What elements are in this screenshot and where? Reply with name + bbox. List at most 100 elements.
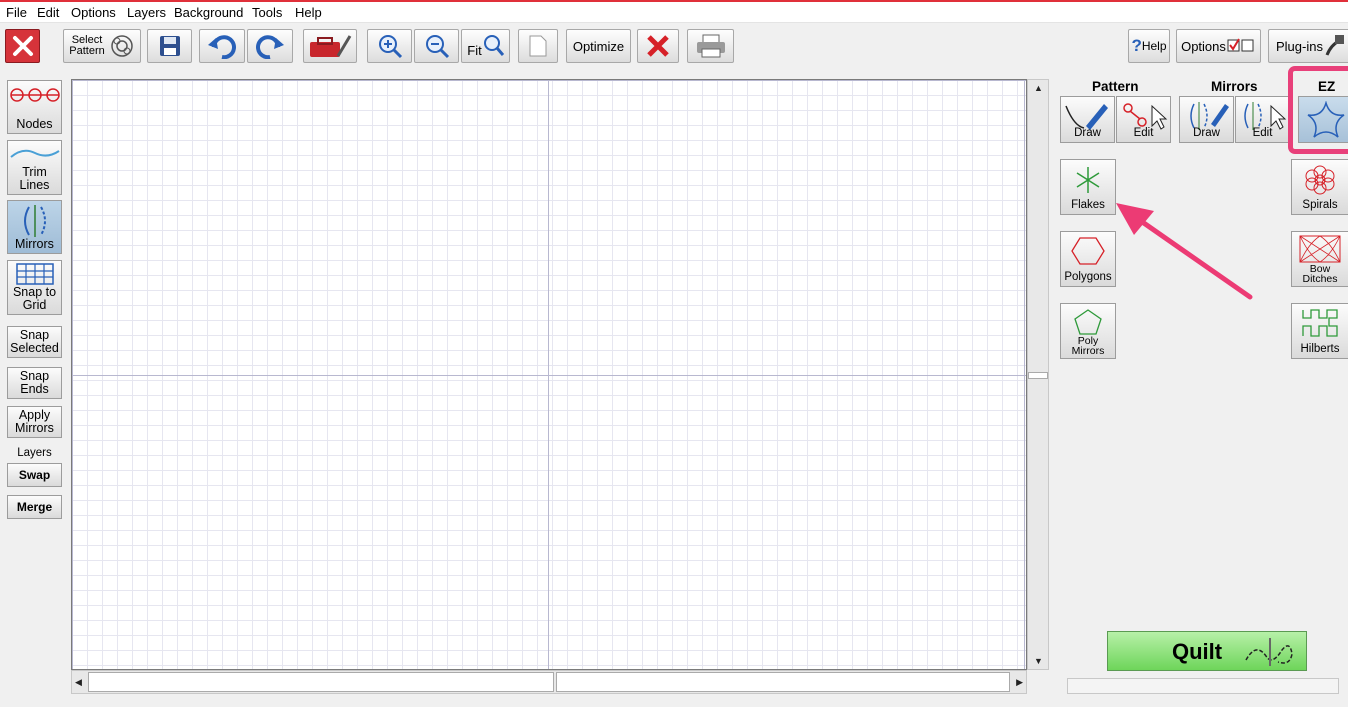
- pentagon-icon: [1074, 309, 1102, 335]
- ez-highlight-box: [1288, 66, 1348, 154]
- bow-ditches-button[interactable]: Bow Ditches: [1291, 231, 1348, 287]
- mirror-edit-icon: [1243, 102, 1286, 130]
- vertical-scroll-thumb[interactable]: [1028, 372, 1048, 379]
- delete-x-icon: [647, 35, 669, 57]
- mirrors-draw-label: Draw: [1193, 127, 1220, 139]
- save-button[interactable]: [147, 29, 192, 63]
- merge-button[interactable]: Merge: [7, 495, 62, 519]
- mirrors-tool[interactable]: Mirrors: [7, 200, 62, 254]
- pattern-draw-label: Draw: [1074, 127, 1101, 139]
- pattern-edit-label: Edit: [1133, 127, 1154, 139]
- pattern-icon: [110, 35, 133, 57]
- poly-mirrors-label-2: Mirrors: [1071, 345, 1105, 357]
- close-icon: [12, 36, 33, 56]
- mirrors-draw-button[interactable]: Draw: [1179, 96, 1234, 143]
- fit-button[interactable]: Fit: [461, 29, 510, 63]
- pattern-edit-button[interactable]: Edit: [1116, 96, 1171, 143]
- help-button[interactable]: ? Help: [1128, 29, 1170, 63]
- flakes-button[interactable]: Flakes: [1060, 159, 1116, 215]
- toolbox-icon: [310, 35, 352, 57]
- zoom-out-button[interactable]: [414, 29, 459, 63]
- polygons-button[interactable]: Polygons: [1060, 231, 1116, 287]
- scroll-left-arrow-icon[interactable]: ◀: [75, 677, 82, 688]
- undo-button[interactable]: [199, 29, 245, 63]
- hscroll-track-right: [556, 672, 1010, 692]
- page-icon: [529, 35, 547, 57]
- mirrors-edit-button[interactable]: Edit: [1235, 96, 1290, 143]
- optimize-button[interactable]: Optimize: [566, 29, 631, 63]
- design-canvas[interactable]: [71, 79, 1027, 670]
- grid-icon: [15, 263, 54, 285]
- print-button[interactable]: [687, 29, 734, 63]
- menu-tools[interactable]: Tools: [252, 5, 282, 20]
- scroll-up-arrow-icon[interactable]: ▲: [1034, 83, 1043, 93]
- bow-ditches-label-2: Ditches: [1302, 273, 1338, 285]
- hilbert-curve-icon: [1302, 309, 1338, 337]
- layers-label: Layers: [17, 447, 52, 459]
- tools-button[interactable]: [303, 29, 357, 63]
- pattern-header: Pattern: [1092, 79, 1139, 94]
- nodes-icon: [9, 88, 60, 102]
- mirrors-icon: [23, 205, 46, 237]
- mirror-draw-icon: [1189, 102, 1229, 130]
- fit-label: Fit: [467, 42, 482, 58]
- save-icon: [159, 36, 180, 56]
- redo-button[interactable]: [247, 29, 293, 63]
- menu-background[interactable]: Background: [174, 5, 243, 20]
- flake-icon: [1076, 167, 1100, 193]
- swap-button[interactable]: Swap: [7, 463, 62, 487]
- menu-options[interactable]: Options: [71, 5, 116, 20]
- trim-label-2: Lines: [19, 178, 50, 192]
- undo-icon: [208, 35, 236, 59]
- snap-to-grid-tool[interactable]: Snap to Grid: [7, 260, 62, 315]
- menu-help[interactable]: Help: [295, 5, 322, 20]
- horizontal-scrollbar[interactable]: ◀ ▶: [71, 670, 1027, 694]
- menu-file[interactable]: File: [6, 5, 27, 20]
- spirals-label: Spirals: [1302, 199, 1338, 211]
- help-question-icon: ?: [1131, 36, 1142, 55]
- spirals-button[interactable]: Spirals: [1291, 159, 1348, 215]
- options-button[interactable]: Options: [1176, 29, 1261, 63]
- nodes-tool[interactable]: Nodes: [7, 80, 62, 134]
- printer-icon: [696, 34, 725, 58]
- checkbox-icons: [1227, 38, 1254, 52]
- needle-thread-icon: [1245, 638, 1293, 666]
- mirrors-header: Mirrors: [1211, 79, 1258, 94]
- new-page-button[interactable]: [518, 29, 558, 63]
- delete-button[interactable]: [637, 29, 679, 63]
- flakes-label: Flakes: [1071, 199, 1105, 211]
- poly-mirrors-button[interactable]: Poly Mirrors: [1060, 303, 1116, 359]
- hilberts-button[interactable]: Hilberts: [1291, 303, 1348, 359]
- snap-selected-button[interactable]: Snap Selected: [7, 326, 62, 358]
- trim-lines-tool[interactable]: Trim Lines: [7, 140, 62, 195]
- annotation-arrow-icon: [1116, 203, 1253, 300]
- zoom-in-button[interactable]: [367, 29, 412, 63]
- mirrors-edit-label: Edit: [1252, 127, 1273, 139]
- fit-magnifier-icon: [483, 35, 504, 56]
- snap-selected-label-2: Selected: [10, 341, 59, 355]
- quilt-label: Quilt: [1172, 639, 1223, 664]
- select-pattern-button[interactable]: Select Pattern: [63, 29, 141, 63]
- menu-edit[interactable]: Edit: [37, 5, 59, 20]
- menu-layers[interactable]: Layers: [127, 5, 166, 20]
- vertical-scrollbar[interactable]: ▲ ▼: [1027, 79, 1049, 670]
- bow-ditches-icon: [1299, 235, 1341, 263]
- quilt-button[interactable]: Quilt: [1107, 631, 1307, 671]
- snap-ends-button[interactable]: Snap Ends: [7, 367, 62, 399]
- select-pattern-label-2: Pattern: [69, 45, 105, 57]
- plugins-button[interactable]: Plug-ins: [1268, 29, 1348, 63]
- polygons-label: Polygons: [1064, 271, 1112, 283]
- hilberts-label: Hilberts: [1300, 343, 1340, 355]
- pattern-draw-button[interactable]: Draw: [1060, 96, 1115, 143]
- draw-pencil-icon: [1064, 104, 1108, 130]
- trim-lines-icon: [9, 149, 60, 158]
- apply-mirrors-label-2: Mirrors: [15, 421, 54, 435]
- close-button[interactable]: [5, 29, 40, 63]
- zoom-in-icon: [378, 35, 402, 59]
- help-label: Help: [1141, 39, 1167, 53]
- scroll-down-arrow-icon[interactable]: ▼: [1034, 656, 1043, 666]
- mirrors-label: Mirrors: [15, 237, 54, 251]
- apply-mirrors-button[interactable]: Apply Mirrors: [7, 406, 62, 438]
- scroll-right-arrow-icon[interactable]: ▶: [1016, 677, 1023, 688]
- menu-bar: File Edit Options Layers Background Tool…: [0, 2, 1348, 23]
